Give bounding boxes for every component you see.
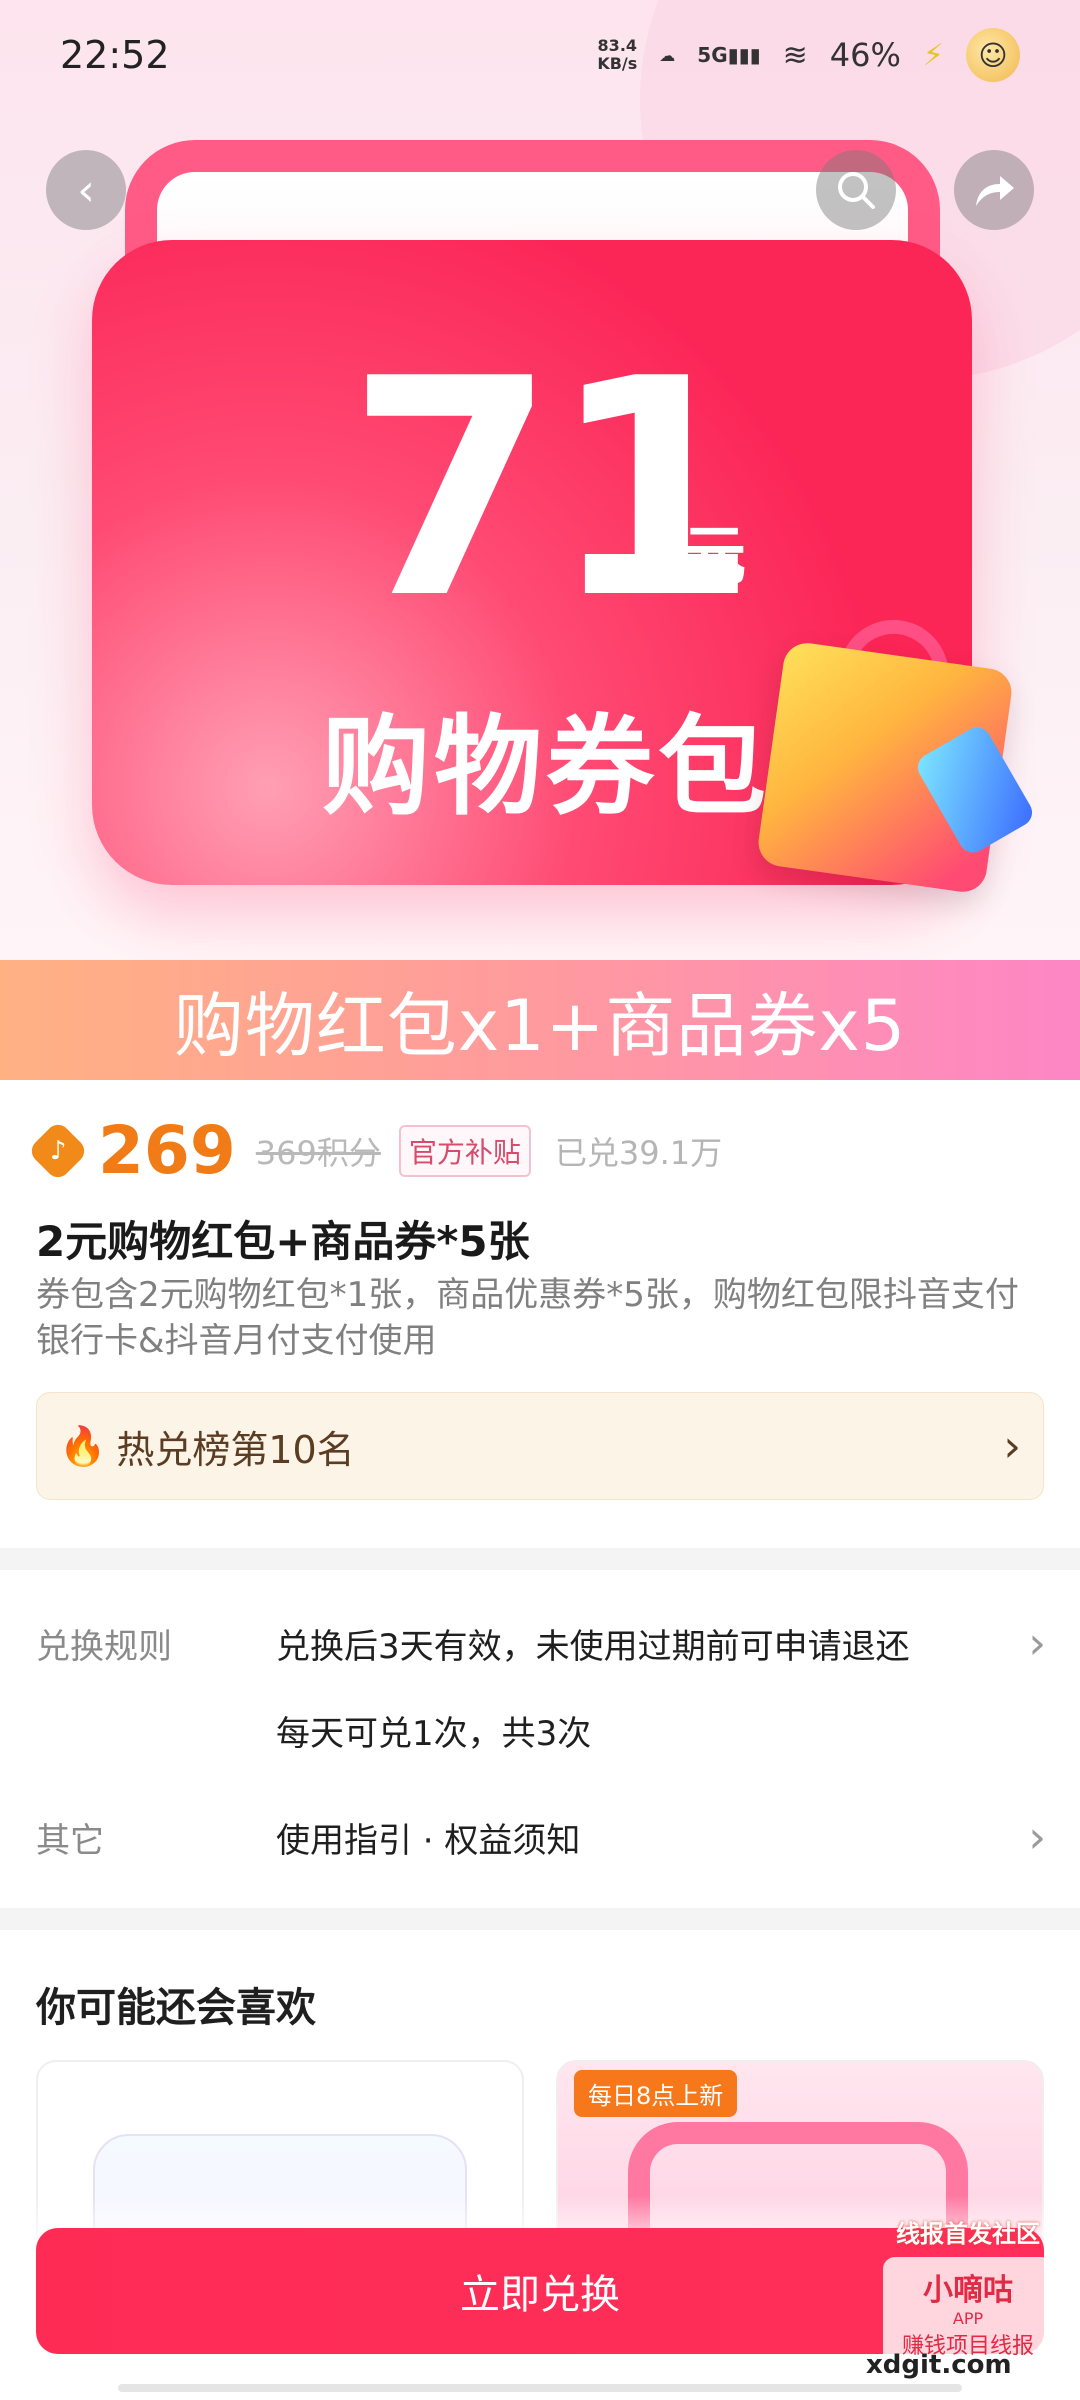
- chevron-right-icon: ›: [1028, 1812, 1046, 1863]
- back-button[interactable]: ‹: [46, 150, 126, 230]
- bolt-icon: ⚡: [922, 37, 944, 73]
- search-button[interactable]: [816, 150, 896, 230]
- battery-percent: 46%: [829, 36, 901, 74]
- product-description: 券包含2元购物红包*1张，商品优惠券*5张，购物红包限抖音支付银行卡&抖音月付支…: [36, 1275, 1019, 1361]
- status-icons: 83.4 KB/s ☁ 5G▮▮▮ ≋ 46% ⚡ ☺: [597, 28, 1020, 82]
- rule-text: 兑换后3天有效，未使用过期前可申请退还: [276, 1627, 910, 1667]
- wifi-icon: ≋: [782, 37, 808, 73]
- other-info-row[interactable]: 其它 使用指引 · 权益须知 ›: [36, 1812, 1046, 1863]
- search-icon: [838, 172, 875, 209]
- redeemed-count: 已兑39.1万: [554, 1133, 723, 1172]
- chevron-right-icon: ›: [1028, 1618, 1046, 1669]
- coupon-title: 购物券包: [322, 705, 771, 830]
- package-banner-text: 购物红包x1+商品券x5: [173, 984, 907, 1067]
- rule-label: 兑换规则: [36, 1627, 172, 1667]
- share-button[interactable]: [954, 150, 1034, 230]
- daily-new-badge: 每日8点上新: [574, 2070, 738, 2117]
- official-subsidy-tag: 官方补贴: [398, 1124, 531, 1177]
- cloud-icon: ☁: [659, 45, 676, 65]
- price-row: ♪ 269 369积分 官方补贴 已兑39.1万: [26, 1112, 723, 1189]
- watermark-brand: 小嘀咕: [923, 2272, 1013, 2308]
- hero-banner: 22:52 83.4 KB/s ☁ 5G▮▮▮ ≋ 46% ⚡ ☺ ‹ 71 元: [0, 0, 1080, 960]
- redeem-button-label: 立即兑换: [460, 2272, 620, 2318]
- chevron-right-icon: ›: [1003, 1420, 1021, 1472]
- watermark-line: 线报首发社区: [896, 2220, 1040, 2248]
- other-label: 其它: [36, 1821, 104, 1861]
- original-price: 369积分: [255, 1133, 381, 1172]
- status-bar: 22:52 83.4 KB/s ☁ 5G▮▮▮ ≋ 46% ⚡ ☺: [0, 0, 1080, 110]
- network-speed-value: 83.4: [597, 36, 638, 55]
- product-title: 2元购物红包+商品券*5张: [36, 1217, 530, 1266]
- signal-label: 5G: [697, 43, 728, 67]
- home-indicator[interactable]: [118, 2384, 962, 2392]
- back-icon: ‹: [77, 164, 95, 216]
- section-divider: [0, 1548, 1080, 1570]
- hot-rank-text: 热兑榜第10名: [116, 1427, 355, 1472]
- exchange-rules-row[interactable]: 兑换规则 兑换后3天有效，未使用过期前可申请退还 ›: [36, 1618, 1046, 1669]
- coupon-unit: 元: [682, 520, 746, 594]
- package-banner: 购物红包x1+商品券x5: [0, 960, 1080, 1080]
- rule-subtext: 每天可兑1次，共3次: [276, 1714, 592, 1754]
- section-divider: [0, 1908, 1080, 1930]
- mascot-icon: ☺: [966, 28, 1020, 82]
- points-icon: ♪: [26, 1119, 90, 1182]
- other-text: 使用指引 · 权益须知: [276, 1821, 581, 1861]
- status-time: 22:52: [60, 33, 170, 77]
- share-icon: [976, 176, 1014, 206]
- watermark-domain: xdgit.com: [866, 2350, 1012, 2380]
- hot-rank-entry[interactable]: 🔥 热兑榜第10名 ›: [36, 1392, 1044, 1500]
- network-speed-unit: KB/s: [597, 54, 638, 73]
- watermark-app: APP: [952, 2308, 984, 2328]
- price-points: 269: [98, 1112, 236, 1189]
- recommend-title: 你可能还会喜欢: [36, 1985, 316, 2031]
- network-speed: 83.4 KB/s: [597, 37, 637, 73]
- signal-icon: 5G▮▮▮: [697, 43, 761, 67]
- fire-icon: 🔥: [59, 1423, 107, 1468]
